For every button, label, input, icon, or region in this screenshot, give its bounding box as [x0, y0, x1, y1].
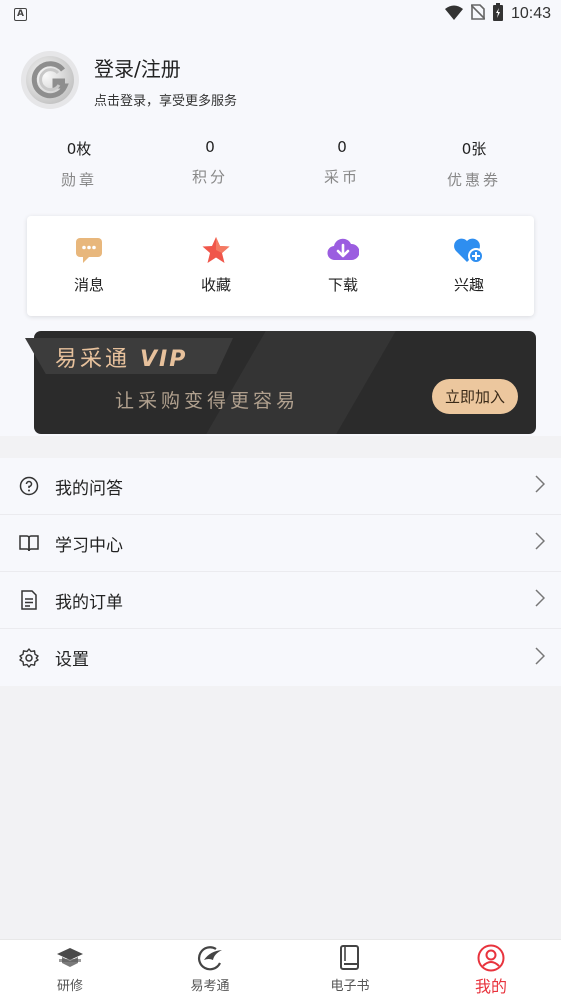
gear-icon [18, 647, 40, 669]
status-time: 10:43 [510, 5, 551, 22]
book-icon [18, 532, 40, 554]
vip-title: 易采通 VIP [55, 347, 188, 372]
menu-item-my-qa[interactable]: 我的问答 [0, 458, 561, 515]
nav-tab-label: 电子书 [330, 979, 370, 994]
ebook-icon [310, 944, 390, 972]
menu-item-label: 我的问答 [55, 478, 123, 499]
chevron-right-icon [535, 475, 546, 497]
nav-tab-label: 研修 [56, 979, 83, 994]
quick-action-favorites[interactable]: 收藏 [176, 234, 256, 295]
vip-slogan: 让采购变得更容易 [115, 390, 300, 412]
wifi-icon [444, 5, 463, 24]
quick-action-interests[interactable]: 兴趣 [429, 234, 509, 295]
stat-value: 0枚 [66, 140, 92, 158]
quick-actions-card: 消息 收藏 下载 兴趣 [27, 216, 534, 316]
stat-medals[interactable]: 0枚 勋章 [29, 138, 129, 190]
nav-tab-mine[interactable]: 我的 [451, 944, 531, 997]
vip-banner[interactable]: 易采通 VIP 让采购变得更容易 立即加入 [25, 331, 536, 434]
stat-label: 优惠券 [446, 171, 501, 189]
quick-action-label: 消息 [73, 276, 104, 294]
nav-tab-training[interactable]: 研修 [30, 944, 110, 994]
stat-value: 0张 [461, 140, 487, 158]
vip-tag: VIP [140, 347, 188, 372]
quick-action-messages[interactable]: 消息 [49, 234, 129, 295]
user-circle-icon [451, 944, 531, 972]
login-subtitle: 点击登录，享受更多服务 [94, 94, 238, 109]
message-icon [49, 234, 129, 266]
stat-value: 0 [337, 138, 347, 156]
stat-label: 积分 [191, 168, 228, 186]
nav-tab-label: 我的 [474, 977, 507, 996]
stat-points[interactable]: 0 积分 [160, 138, 260, 187]
app-logo-icon [26, 56, 74, 104]
stat-coupons[interactable]: 0张 优惠券 [424, 138, 524, 190]
avatar[interactable] [21, 51, 79, 109]
chevron-right-icon [535, 589, 546, 611]
star-icon [176, 234, 256, 266]
battery-icon [492, 3, 503, 25]
quick-action-downloads[interactable]: 下载 [303, 234, 383, 295]
quick-action-label: 收藏 [200, 276, 231, 294]
vip-join-button[interactable]: 立即加入 [432, 379, 518, 414]
profile-section: 登录/注册 点击登录，享受更多服务 0枚 勋章 0 积分 0 采币 0张 优惠券… [0, 28, 561, 436]
chevron-right-icon [535, 532, 546, 554]
nav-tab-ebook[interactable]: 电子书 [310, 944, 390, 994]
quick-action-label: 下载 [327, 276, 358, 294]
stat-value: 0 [205, 138, 215, 156]
stat-label: 勋章 [60, 171, 97, 189]
status-bar: A 10:43 [0, 0, 561, 28]
settings-menu: 我的问答 学习中心 我的订单 设置 [0, 458, 561, 686]
document-icon [18, 589, 40, 611]
graduation-cap-icon [30, 944, 110, 972]
menu-item-label: 我的订单 [55, 592, 123, 613]
nav-tab-label: 易考通 [190, 979, 230, 994]
heart-plus-icon [429, 234, 509, 266]
menu-item-learning-center[interactable]: 学习中心 [0, 515, 561, 572]
bottom-nav: 研修 易考通 电子书 我的 [0, 939, 561, 997]
stat-label: 采币 [323, 168, 360, 186]
download-cloud-icon [303, 234, 383, 266]
menu-item-settings[interactable]: 设置 [0, 629, 561, 686]
login-register-link[interactable]: 登录/注册 [94, 53, 181, 82]
quick-action-label: 兴趣 [453, 276, 484, 294]
question-icon [18, 475, 40, 497]
chevron-right-icon [535, 646, 546, 669]
menu-item-my-orders[interactable]: 我的订单 [0, 572, 561, 629]
bird-logo-icon [170, 944, 250, 972]
menu-item-label: 设置 [55, 650, 89, 670]
stat-coins[interactable]: 0 采币 [292, 138, 392, 187]
nav-tab-yikaotong[interactable]: 易考通 [170, 944, 250, 994]
no-sim-icon [470, 4, 486, 24]
menu-item-label: 学习中心 [55, 535, 123, 556]
status-indicator: A [14, 7, 27, 21]
